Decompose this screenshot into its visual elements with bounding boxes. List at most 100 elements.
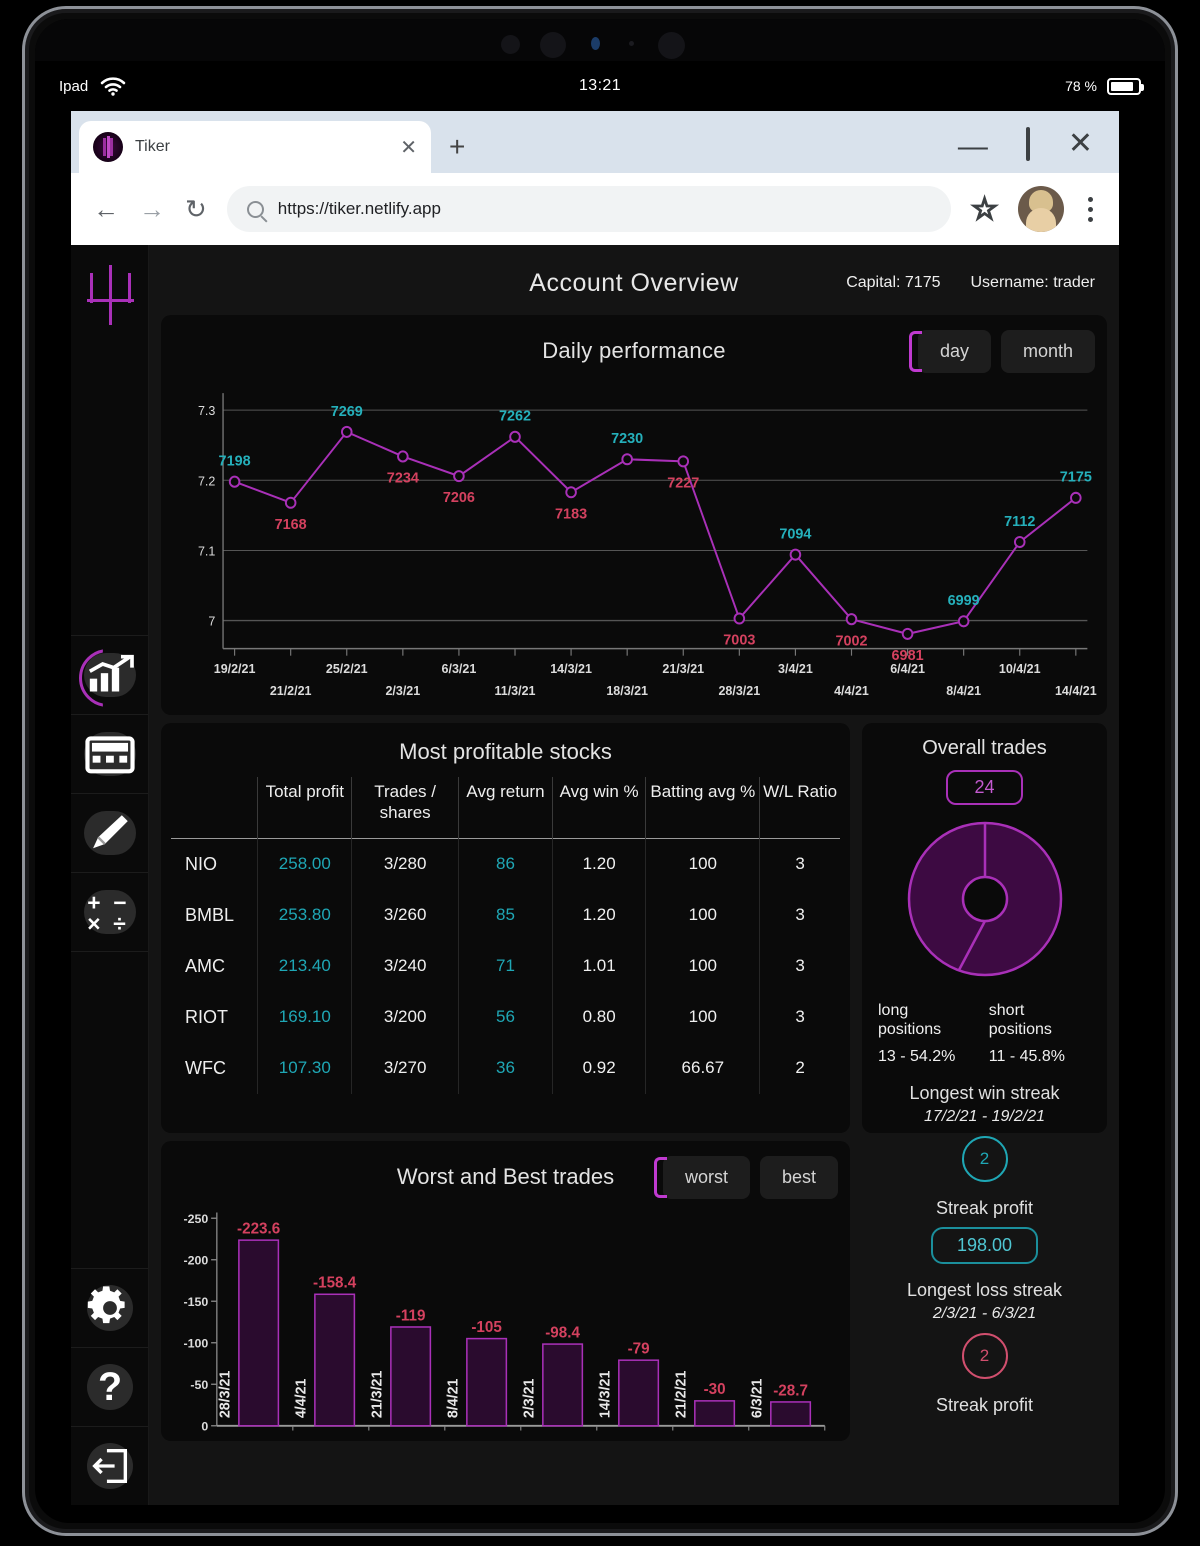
svg-text:6/3/21: 6/3/21 [749,1378,765,1418]
wl-ratio-cell: 3 [759,991,840,1043]
table-row[interactable]: WFC 107.30 3/270 36 0.92 66.67 2 [171,1042,840,1094]
svg-text:÷: ÷ [113,911,126,935]
legend-short-label-2: positions [988,1021,1052,1039]
loss-streak-profit-label: Streak profit [935,1394,1034,1415]
star-icon[interactable]: ☆ [970,192,999,227]
sidebar-item-notes[interactable] [71,793,148,872]
svg-text:21/2/21: 21/2/21 [270,683,312,698]
loss-streak-count: 2 [961,1332,1008,1379]
svg-text:21/3/21: 21/3/21 [662,661,704,676]
avg-win-cell: 1.20 [551,838,646,890]
loss-streak-dates: 2/3/21 - 6/3/21 [932,1304,1037,1322]
symbol-cell: RIOT [185,1006,228,1027]
toggle-day[interactable]: day [908,329,991,373]
browser-toolbar: ← → ↻ https://tiker.netlify.app ☆ [71,173,1119,245]
trades-shares-cell: 3/240 [351,940,459,992]
svg-text:0: 0 [201,1420,208,1434]
svg-text:7198: 7198 [219,453,251,469]
loss-streak-title: Longest loss streak [906,1279,1063,1300]
camera-bar [35,19,1165,61]
svg-text:7.2: 7.2 [198,473,215,488]
toggle-best[interactable]: best [759,1155,838,1199]
kebab-menu-icon[interactable] [1084,193,1097,226]
svg-text:-50: -50 [190,1378,208,1392]
sidebar-item-dashboard[interactable] [71,635,148,714]
table-row[interactable]: BMBL 253.80 3/260 85 1.20 100 3 [171,889,840,941]
avg-return-cell: 85 [458,889,553,941]
svg-text:-100: -100 [183,1337,208,1351]
svg-text:-30: -30 [704,1381,726,1398]
col-symbol [171,777,258,838]
svg-text:7262: 7262 [499,408,531,424]
svg-text:2/3/21: 2/3/21 [385,683,420,698]
wl-ratio-cell: 3 [759,889,840,941]
tablet-frame: Ipad 13:21 78 % Tiker ✕ + — ✕ ← → ↻ http… [22,6,1178,1536]
pencil-icon [83,811,136,855]
most-profitable-stocks-card: Most profitable stocks Total profit Trad… [161,723,850,1133]
sidebar-item-settings[interactable] [71,1268,148,1347]
svg-text:14/3/21: 14/3/21 [550,661,592,676]
status-bar-right: 78 % [1065,77,1144,95]
svg-text:8/4/21: 8/4/21 [445,1378,461,1418]
svg-text:8/4/21: 8/4/21 [946,683,981,698]
sidebar-item-help[interactable]: ? [71,1347,148,1426]
toggle-worst[interactable]: worst [653,1155,750,1199]
avg-return-cell: 71 [458,940,553,992]
minimize-button[interactable]: — [958,132,988,162]
sidebar-item-logout[interactable] [71,1426,148,1505]
tiker-app: + − × ÷ ? Account Overview Capital: 7175… [71,245,1119,1505]
svg-text:7175: 7175 [1060,469,1092,485]
battery-percent-label: 78 % [1065,78,1097,94]
tiker-logo-icon [93,132,123,162]
table-row[interactable]: RIOT 169.10 3/200 56 0.80 100 3 [171,991,840,1043]
win-streak-count: 2 [961,1135,1008,1182]
browser-window: Tiker ✕ + — ✕ ← → ↻ https://tiker.netlif… [71,111,1119,1505]
col-wl-ratio: W/L Ratio [759,777,840,838]
col-trades-shares: Trades / shares [351,777,459,838]
symbol-cell: NIO [185,853,218,874]
sidebar-item-journal[interactable] [71,714,148,793]
symbol-cell: AMC [185,955,225,976]
svg-text:7183: 7183 [555,506,587,522]
status-bar: Ipad 13:21 78 % [35,61,1165,111]
close-window-button[interactable]: ✕ [1068,129,1093,159]
table-row[interactable]: AMC 213.40 3/240 71 1.01 100 3 [171,940,840,992]
svg-text:28/3/21: 28/3/21 [217,1371,233,1419]
svg-text:7168: 7168 [275,517,307,533]
worst-best-header: Worst and Best trades worst best [173,1155,838,1199]
avatar[interactable] [1018,186,1064,232]
maximize-button[interactable] [1025,127,1030,161]
new-tab-button[interactable]: + [449,131,465,163]
back-button[interactable]: ← [93,196,119,222]
forward-button[interactable]: → [139,196,165,222]
batting-avg-cell: 100 [645,940,760,992]
browser-tab-strip: Tiker ✕ + — ✕ [71,111,1119,173]
svg-text:7002: 7002 [835,633,867,649]
svg-text:14/3/21: 14/3/21 [597,1371,613,1419]
svg-text:4/4/21: 4/4/21 [834,683,869,698]
tab-title: Tiker [135,138,170,155]
svg-text:7269: 7269 [331,404,363,420]
sidebar-item-calculator[interactable]: + − × ÷ [71,872,148,951]
reload-button[interactable]: ↻ [185,196,207,222]
table-row[interactable]: NIO 258.00 3/280 86 1.20 100 3 [171,838,840,890]
svg-text:19/2/21: 19/2/21 [214,661,256,676]
legend-short-label-1: short [988,1002,1025,1019]
toggle-month[interactable]: month [1000,329,1095,373]
daily-performance-card: Daily performance day month 7 7.1 7.2 7.3 71… [161,315,1107,715]
close-icon[interactable]: ✕ [400,135,417,160]
legend-long-label-1: long [878,1002,909,1019]
wl-ratio-cell: 2 [759,1042,840,1094]
sidebar-spacer [71,951,148,1268]
svg-text:28/3/21: 28/3/21 [718,683,760,698]
svg-text:21/2/21: 21/2/21 [673,1371,689,1419]
card-title: Most profitable stocks [399,739,612,764]
browser-tab[interactable]: Tiker ✕ [79,121,431,173]
stocks-table: Total profit Trades / shares Avg return … [171,777,840,1094]
donut-chart [901,815,1069,983]
svg-text:-79: -79 [628,1341,650,1358]
address-bar[interactable]: https://tiker.netlify.app [226,186,952,232]
account-summary: Capital: 7175 Username: trader [846,274,1095,292]
symbol-cell: BMBL [185,904,235,925]
table-header-row: Total profit Trades / shares Avg return … [171,777,840,838]
